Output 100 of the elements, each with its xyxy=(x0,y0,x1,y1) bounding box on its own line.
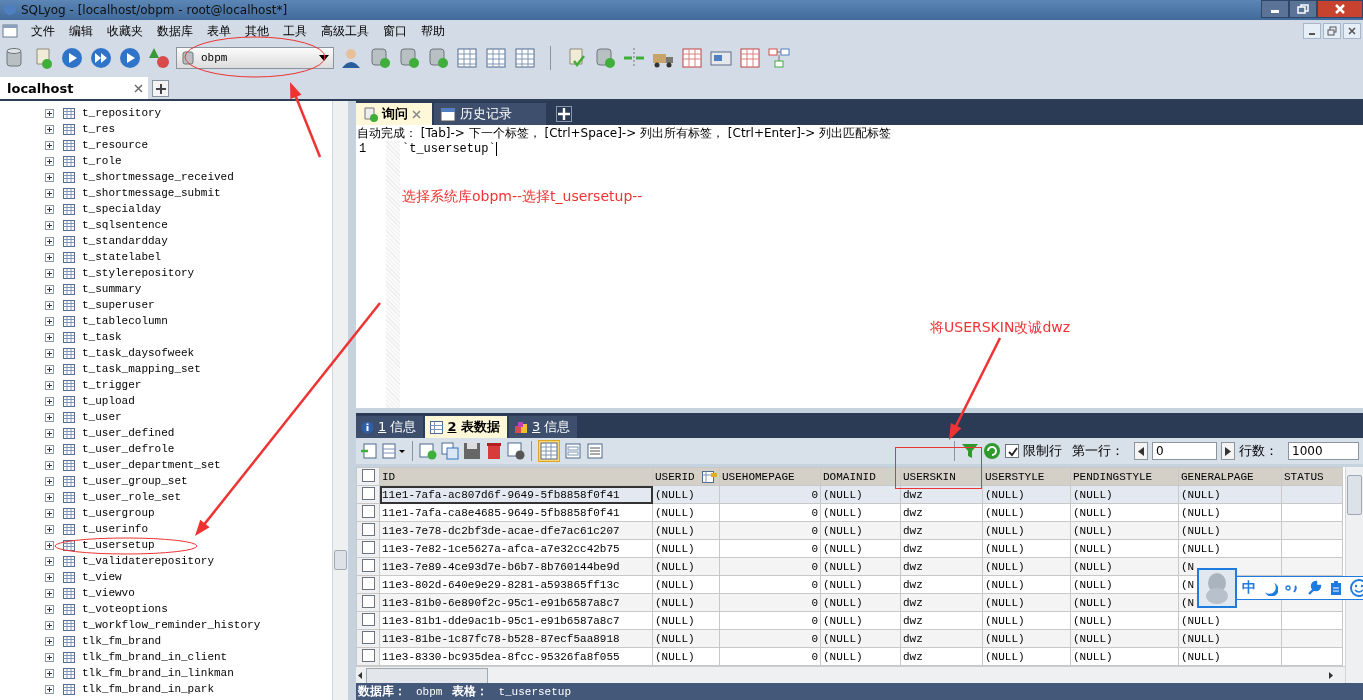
table-cell: dwz xyxy=(903,614,923,627)
table-name[interactable]: t_specialday xyxy=(82,203,162,215)
table-cell: (NULL) xyxy=(1181,542,1221,555)
table-name[interactable]: t_usersetup xyxy=(82,539,155,551)
column-header[interactable]: USERID xyxy=(652,467,720,486)
checkbox-label: 限制行 xyxy=(1023,442,1062,460)
autocomplete-hint: 自动完成： [Tab]-> 下一个标签， [Ctrl+Space]-> 列出所有标签， [Ctrl+Enter]-> 列出匹配标签 xyxy=(356,125,893,141)
column-header[interactable]: DOMAINID xyxy=(820,467,901,486)
menu-item[interactable]: 工具 xyxy=(276,22,314,40)
table-name[interactable]: t_res xyxy=(82,123,115,135)
table-cell: 11e3-802d-640e9e29-8281-a593865ff13c xyxy=(382,578,620,591)
menu-item[interactable]: 表单 xyxy=(200,22,238,40)
table-name[interactable]: t_resource xyxy=(82,139,148,151)
table-cell: (NULL) xyxy=(985,506,1025,519)
result-tab[interactable]: 1 信息 xyxy=(356,416,424,438)
table-cell: 11e1-7afa-ac807d6f-9649-5fb8858f0f41 xyxy=(382,488,620,501)
table-cell: (NULL) xyxy=(985,578,1025,591)
table-name[interactable]: tlk_fm_brand_in_park xyxy=(82,683,215,695)
table-cell: (NULL) xyxy=(823,488,863,501)
table-name[interactable]: t_user_role_set xyxy=(82,491,182,503)
menu-item[interactable]: 其他 xyxy=(238,22,276,40)
table-cell: (NULL) xyxy=(823,632,863,645)
table-name[interactable]: t_statelabel xyxy=(82,251,162,263)
table-name[interactable]: t_trigger xyxy=(82,379,142,391)
table-cell: dwz xyxy=(903,524,923,537)
table-name[interactable]: t_user_group_set xyxy=(82,475,188,487)
table-cell: (NULL) xyxy=(985,614,1025,627)
query-tab[interactable]: 历史记录 xyxy=(434,103,546,125)
table-name[interactable]: t_shortmessage_submit xyxy=(82,187,221,199)
table-cell: 11e3-81be-1c87fc78-b528-87ecf5aa8918 xyxy=(382,632,620,645)
table-name[interactable]: t_repository xyxy=(82,107,162,119)
column-header[interactable]: GENERALPAGE xyxy=(1178,467,1282,486)
table-cell: 11e3-81b0-6e890f2c-95c1-e91b6587a8c7 xyxy=(382,596,620,609)
result-tab[interactable]: 3 信息 xyxy=(509,416,578,438)
menu-item[interactable]: 文件 xyxy=(24,22,62,40)
table-name[interactable]: t_role xyxy=(82,155,122,167)
window-title: SQLyog - [localhost/obpm - root@localhost*] xyxy=(21,3,288,17)
table-cell: dwz xyxy=(903,578,923,591)
menu-item[interactable]: 收藏夹 xyxy=(100,22,150,40)
table-cell: (NULL) xyxy=(823,650,863,663)
table-name[interactable]: tlk_fm_brand xyxy=(82,635,162,647)
table-name[interactable]: t_user_defined xyxy=(82,427,175,439)
result-tab[interactable]: 2 表数据 xyxy=(425,416,507,438)
table-name[interactable]: t_voteoptions xyxy=(82,603,168,615)
table-name[interactable]: t_tablecolumn xyxy=(82,315,168,327)
table-cell: dwz xyxy=(903,542,923,555)
table-cell: (NULL) xyxy=(1073,614,1113,627)
table-cell: (NULL) xyxy=(823,578,863,591)
table-name[interactable]: t_userinfo xyxy=(82,523,148,535)
table-cell: dwz xyxy=(903,560,923,573)
column-header[interactable]: STATUS xyxy=(1281,467,1343,486)
column-header[interactable]: ID xyxy=(379,467,653,486)
table-name[interactable]: t_summary xyxy=(82,283,142,295)
table-name[interactable]: tlk_fm_brand_in_client xyxy=(82,651,228,663)
table-name[interactable]: t_usergroup xyxy=(82,507,155,519)
column-header[interactable]: USERSKIN xyxy=(900,467,983,486)
table-cell: (NULL) xyxy=(655,614,695,627)
table-cell: (NULL) xyxy=(655,596,695,609)
table-cell: (NULL) xyxy=(655,542,695,555)
table-name[interactable]: tlk_fm_brand_in_linkman xyxy=(82,667,234,679)
menu-item[interactable]: 编辑 xyxy=(62,22,100,40)
table-name[interactable]: t_viewvo xyxy=(82,587,135,599)
table-name[interactable]: t_upload xyxy=(82,395,135,407)
table-name[interactable]: t_task_daysofweek xyxy=(82,347,195,359)
query-tab[interactable]: 询问 xyxy=(356,103,432,125)
table-cell: 11e3-81b1-dde9ac1b-95c1-e91b6587a8c7 xyxy=(382,614,620,627)
menu-item[interactable]: 数据库 xyxy=(150,22,200,40)
table-name[interactable]: t_superuser xyxy=(82,299,155,311)
column-header[interactable]: USEHOMEPAGE xyxy=(719,467,821,486)
table-name[interactable]: t_standardday xyxy=(82,235,168,247)
column-header[interactable]: USERSTYLE xyxy=(982,467,1071,486)
database-dropdown[interactable]: obpm xyxy=(176,47,334,69)
table-name[interactable]: t_workflow_reminder_history xyxy=(82,619,261,631)
table-name[interactable]: t_user_defrole xyxy=(82,443,175,455)
annotation-text: 选择系统库obpm--选择t_usersetup-- xyxy=(402,188,643,206)
menu-item[interactable]: 帮助 xyxy=(414,22,452,40)
table-name[interactable]: t_user_department_set xyxy=(82,459,221,471)
table-name[interactable]: t_task_mapping_set xyxy=(82,363,201,375)
table-cell: 0 xyxy=(811,632,818,645)
menu-item[interactable]: 窗口 xyxy=(376,22,414,40)
column-header[interactable]: PENDINGSTYLE xyxy=(1070,467,1179,486)
table-cell: (N xyxy=(1181,596,1195,609)
table-name[interactable]: t_stylerepository xyxy=(82,267,195,279)
table-name[interactable]: t_task xyxy=(82,331,122,343)
input-field[interactable]: 1000 xyxy=(1288,442,1359,460)
table-name[interactable]: t_sqlsentence xyxy=(82,219,168,231)
table-cell: (NULL) xyxy=(1073,542,1113,555)
table-name[interactable]: t_user xyxy=(82,411,122,423)
table-cell: 11e3-7e78-dc2bf3de-acae-dfe7ac61c207 xyxy=(382,524,620,537)
menu-item[interactable]: 高级工具 xyxy=(314,22,376,40)
table-cell: (NULL) xyxy=(823,542,863,555)
table-name[interactable]: t_view xyxy=(82,571,122,583)
input-mode-toggle[interactable]: 中 xyxy=(1242,579,1256,597)
table-cell: (NULL) xyxy=(823,614,863,627)
table-cell: 11e3-8330-bc935dea-8fcc-95326fa8f055 xyxy=(382,650,620,663)
table-name[interactable]: t_shortmessage_received xyxy=(82,171,234,183)
input-field[interactable]: 0 xyxy=(1152,442,1217,460)
table-name[interactable]: t_validaterepository xyxy=(82,555,215,567)
connection-tab[interactable]: localhost xyxy=(0,77,148,99)
status-value: obpm xyxy=(416,685,443,698)
